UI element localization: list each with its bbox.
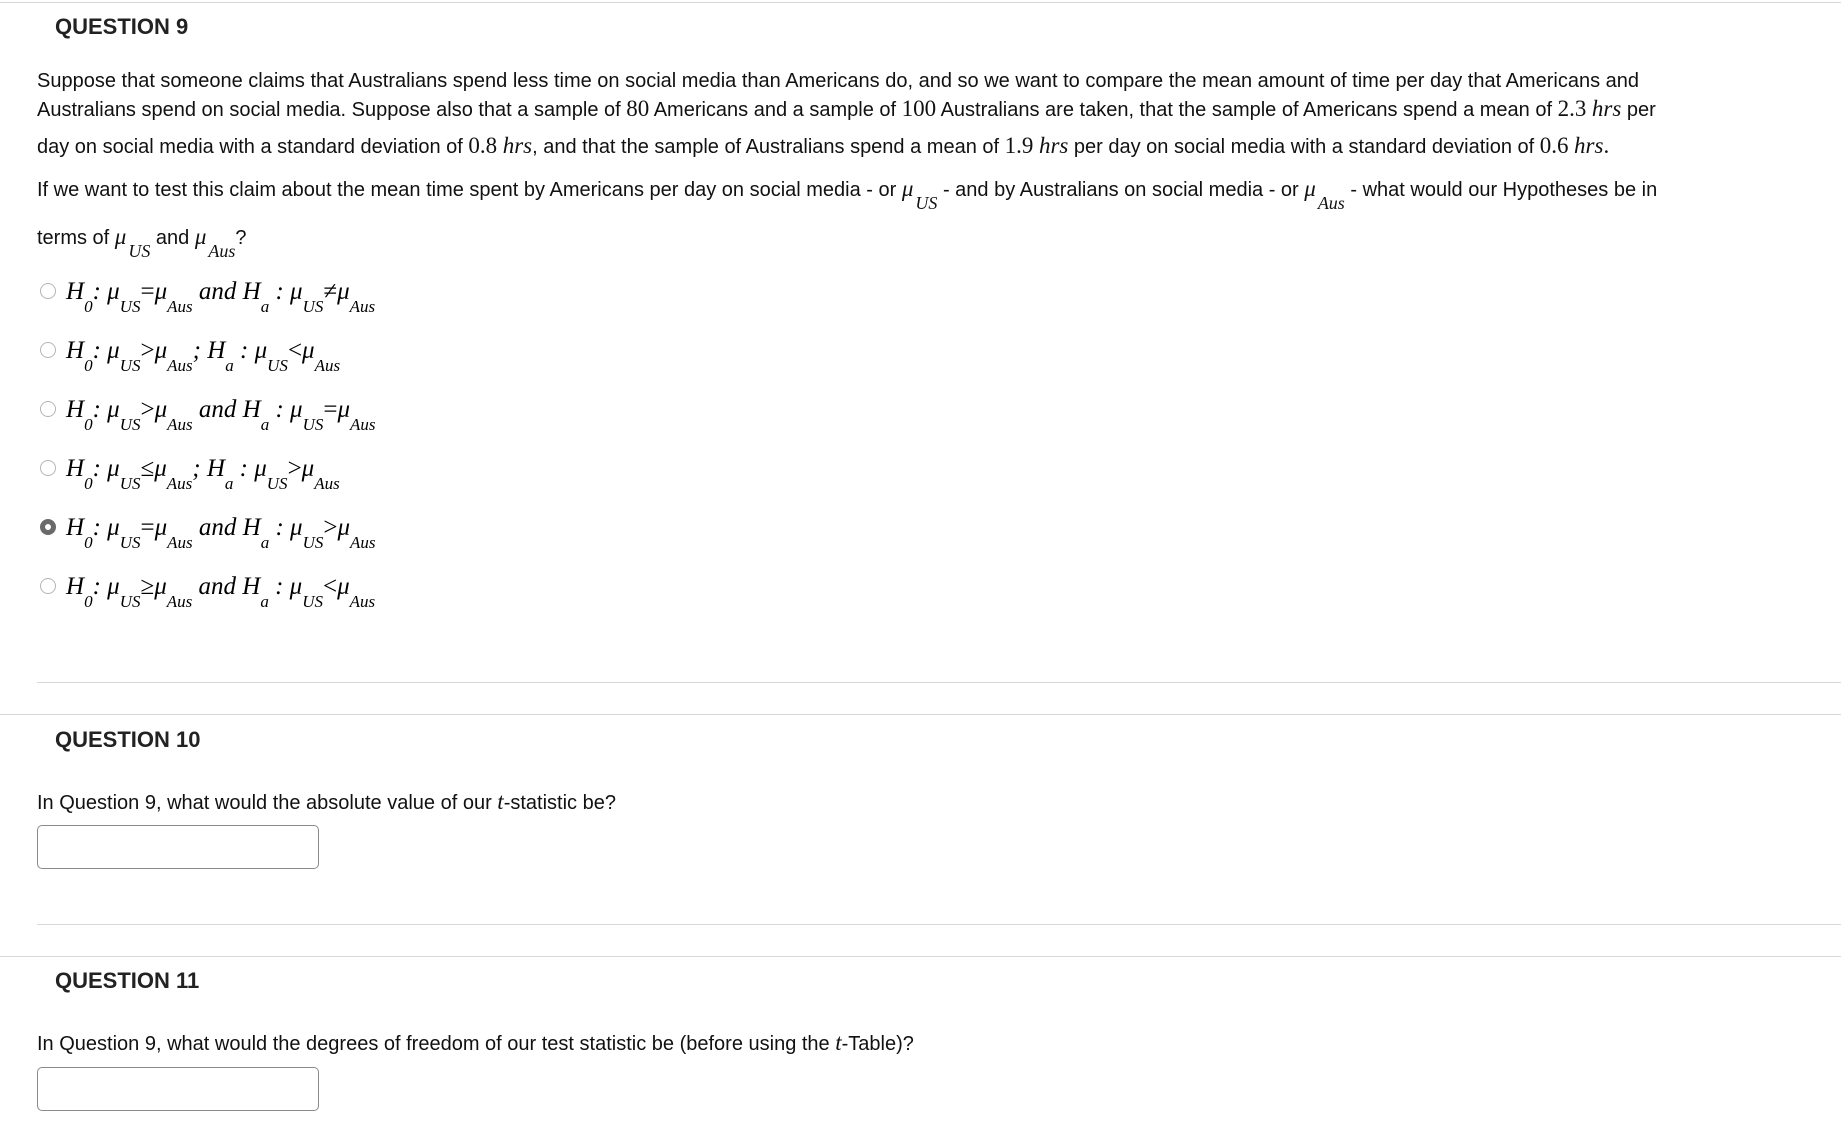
question-11-text: In Question 9, what would the degrees of… [37,1030,914,1055]
question-9-title: QUESTION 9 [55,14,189,39]
hypothesis-option-5[interactable]: H0: μUS=μAus and Ha : μUS>μAus [40,514,376,554]
hypothesis-formula: H0: μUS≤μAus; Ha : μUS>μAus [66,455,340,493]
hypothesis-option-6[interactable]: H0: μUS≥μAus and Ha : μUS<μAus [40,573,375,613]
hypothesis-option-3[interactable]: H0: μUS>μAus and Ha : μUS=μAus [40,396,376,436]
question-10-title: QUESTION 10 [55,727,201,752]
hypothesis-formula: H0: μUS=μAus and Ha : μUS>μAus [66,514,376,552]
question-10-answer-input[interactable] [37,825,319,869]
hypothesis-formula: H0: μUS>μAus and Ha : μUS=μAus [66,396,376,434]
question-11-answer-input[interactable] [37,1067,319,1111]
sample-size-aus: 100 [901,96,937,121]
question-11-title: QUESTION 11 [55,968,200,993]
sample-size-us: 80 [626,96,650,121]
hypothesis-formula: H0: μUS≥μAus and Ha : μUS<μAus [66,573,376,611]
hypothesis-option-2[interactable]: H0: μUS>μAus; Ha : μUS<μAus [40,337,340,377]
question-10-text: In Question 9, what would the absolute v… [37,789,616,814]
question-10-bottom-separator [37,924,1841,925]
hypothesis-formula: H0: μUS>μAus; Ha : μUS<μAus [66,337,341,375]
question-9-line-4: If we want to test this claim about the … [37,176,1658,213]
radio-button[interactable] [40,342,56,358]
question-9-line-2: Australians spend on social media. Suppo… [37,96,1656,121]
question-9-line-3: day on social media with a standard devi… [37,133,1610,158]
sd-us: 0.8 [468,133,498,158]
radio-button[interactable] [40,460,56,476]
question-9-line-5: terms of μUS and μAus? [37,224,247,261]
question-10-top-separator [0,714,1841,715]
hypothesis-option-4[interactable]: H0: μUS≤μAus; Ha : μUS>μAus [40,455,340,495]
radio-button[interactable] [40,401,56,417]
radio-button[interactable] [40,519,56,535]
hypothesis-option-1[interactable]: H0: μUS=μAus and Ha : μUS≠μAus [40,278,375,318]
hypothesis-formula: H0: μUS=μAus and Ha : μUS≠μAus [66,278,376,316]
question-11-top-separator [0,956,1841,957]
mean-aus: 1.9 [1004,133,1034,158]
question-9-line-1: Suppose that someone claims that Austral… [37,70,1639,92]
mean-us: 2.3 [1557,96,1587,121]
question-9-bottom-separator [37,682,1841,683]
radio-button[interactable] [40,578,56,594]
top-separator [0,2,1841,3]
radio-button[interactable] [40,283,56,299]
sd-aus: 0.6 [1539,133,1569,158]
